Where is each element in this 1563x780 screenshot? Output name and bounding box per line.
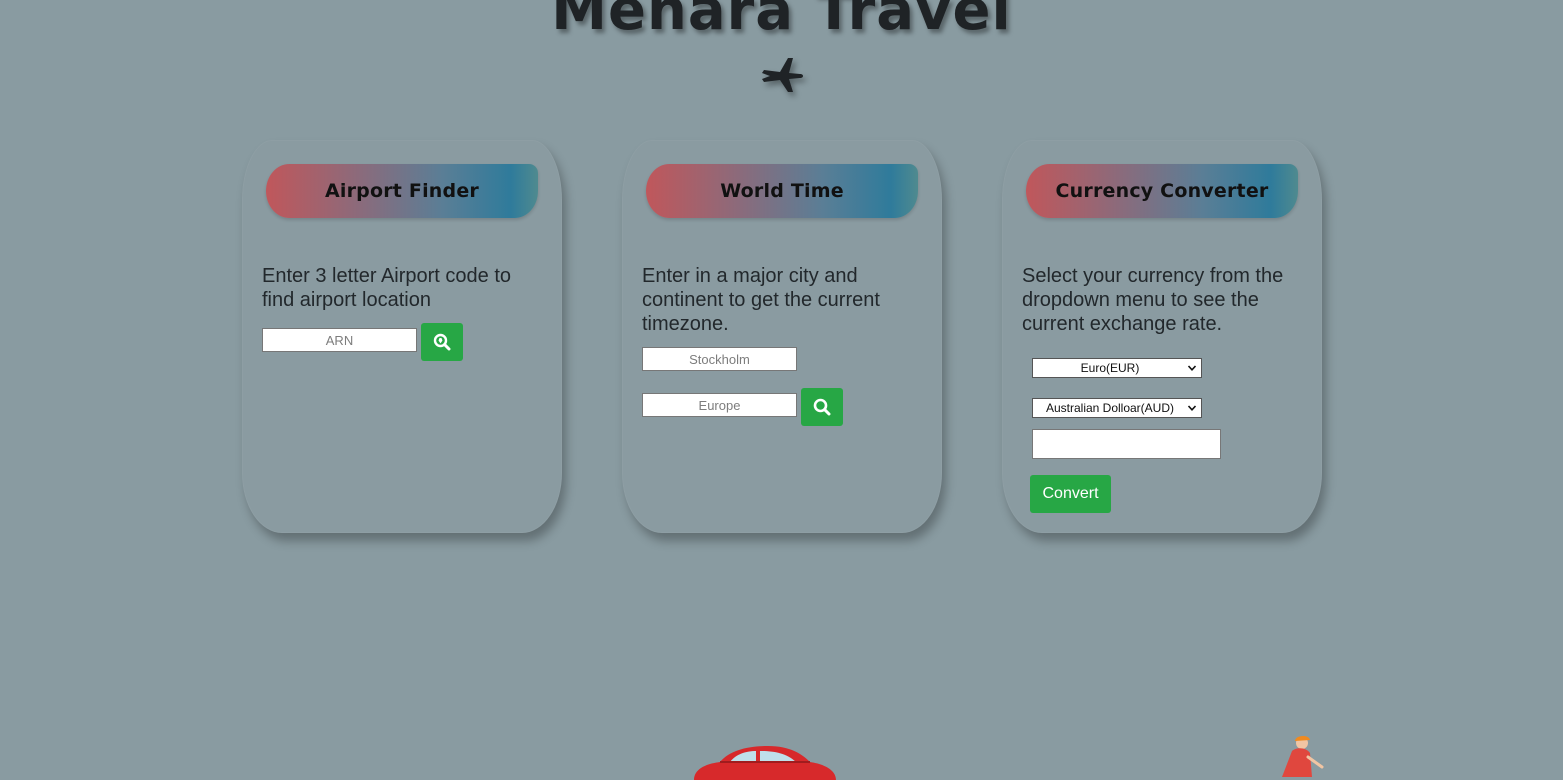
city-input[interactable] xyxy=(642,347,797,371)
plane-icon xyxy=(762,58,803,92)
search-location-icon xyxy=(433,333,451,351)
airport-code-input[interactable] xyxy=(262,328,417,352)
currency-converter-card: Currency Converter Select your currency … xyxy=(1002,140,1322,533)
chevron-down-icon xyxy=(1187,405,1197,411)
airport-finder-card: Airport Finder Enter 3 letter Airport co… xyxy=(242,140,562,533)
from-currency-value: Euro(EUR) xyxy=(1080,361,1140,375)
world-time-title: World Time xyxy=(720,180,844,202)
continent-input[interactable] xyxy=(642,393,797,417)
currency-converter-header: Currency Converter xyxy=(1026,164,1298,218)
to-currency-value: Australian Dolloar(AUD) xyxy=(1045,401,1175,415)
world-time-search-button[interactable] xyxy=(801,388,843,426)
site-title: Menara Travel xyxy=(551,0,1012,43)
from-currency-select[interactable]: Euro(EUR) xyxy=(1032,358,1202,378)
red-car-icon xyxy=(694,746,836,780)
airport-finder-title: Airport Finder xyxy=(325,180,479,202)
currency-converter-description: Select your currency from the dropdown m… xyxy=(1022,265,1284,335)
convert-button[interactable]: Convert xyxy=(1030,475,1111,513)
world-time-header: World Time xyxy=(646,164,918,218)
world-time-card: World Time Enter in a major city and con… xyxy=(622,140,942,533)
cyclist-icon xyxy=(1282,735,1324,777)
airport-finder-header: Airport Finder xyxy=(266,164,538,218)
airport-finder-description: Enter 3 letter Airport code to find airp… xyxy=(262,265,512,311)
search-icon xyxy=(813,398,831,416)
world-time-description: Enter in a major city and continent to g… xyxy=(642,265,880,335)
to-currency-select[interactable]: Australian Dolloar(AUD) xyxy=(1032,398,1202,418)
amount-input[interactable] xyxy=(1032,429,1221,459)
chevron-down-icon xyxy=(1187,365,1197,371)
airport-search-button[interactable] xyxy=(421,323,463,361)
currency-converter-title: Currency Converter xyxy=(1055,180,1269,202)
